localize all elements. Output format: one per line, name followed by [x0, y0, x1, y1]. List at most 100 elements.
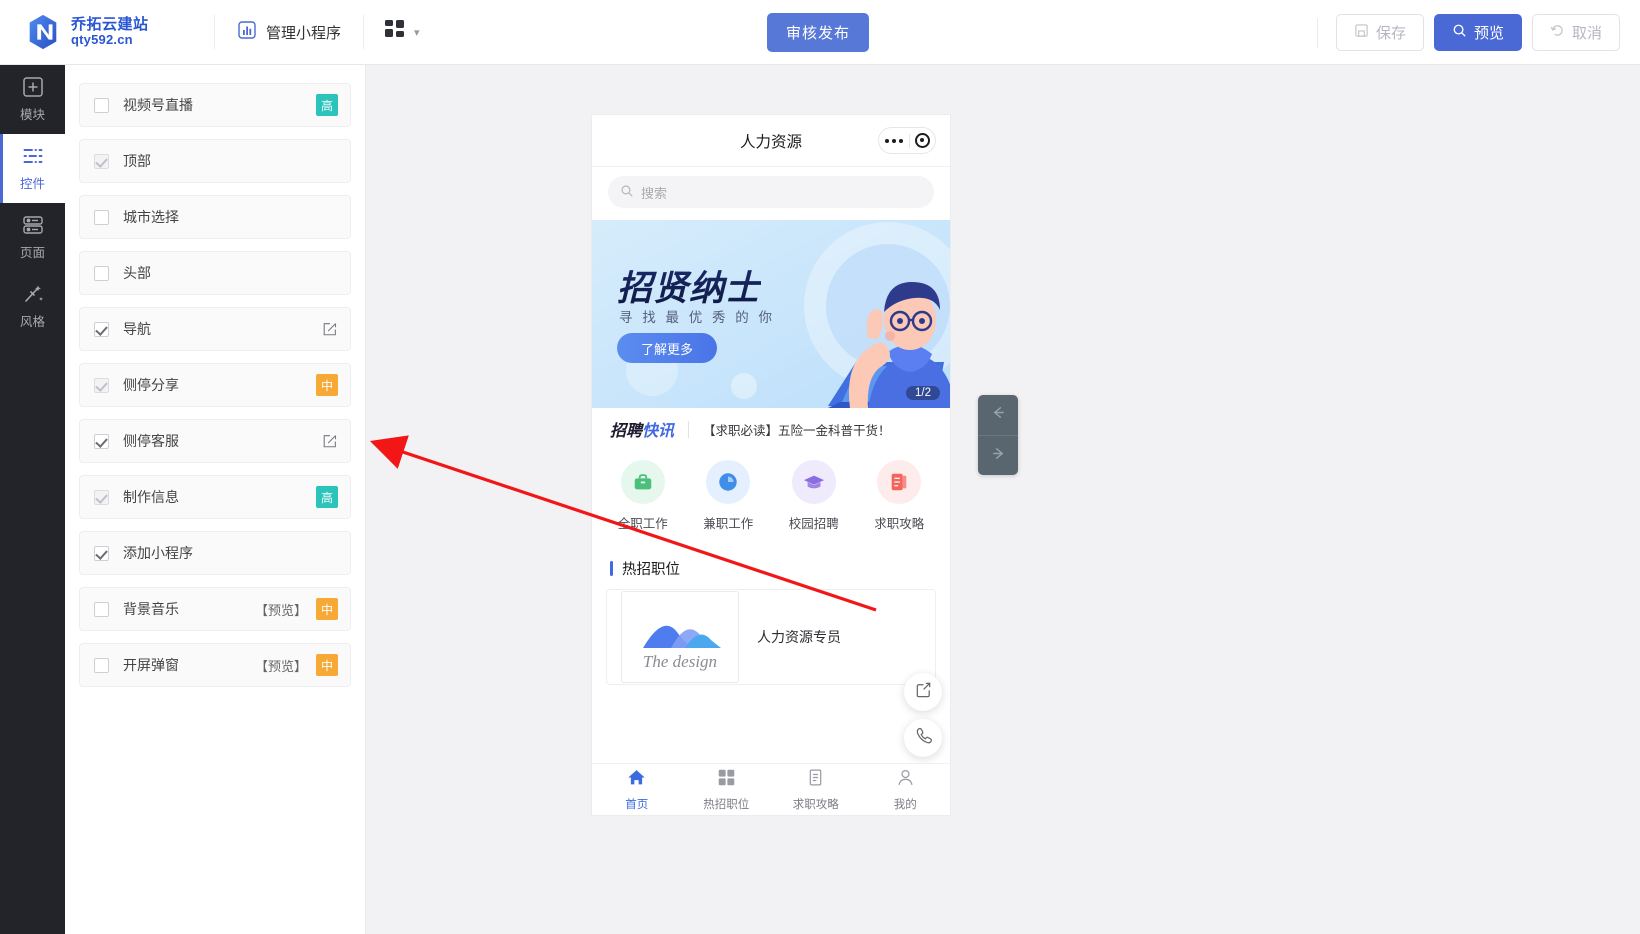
job-card[interactable]: The design 人力资源专员 — [606, 589, 936, 685]
preview-link[interactable]: 【预览】 — [255, 600, 307, 619]
next-arrow-button[interactable] — [978, 435, 1018, 475]
search-magnifier-icon — [620, 184, 634, 201]
job-thumbnail: The design — [621, 591, 739, 683]
top-right-actions: 保存 预览 取消 — [1316, 0, 1620, 65]
apps-switcher-button[interactable]: ▾ — [364, 0, 440, 64]
preview-header: 人力资源 — [592, 115, 950, 167]
save-button[interactable]: 保存 — [1335, 14, 1424, 51]
sidebar-item-controls[interactable]: 控件 — [0, 134, 65, 203]
component-row[interactable]: 开屏弹窗 【预览】中 — [79, 643, 351, 687]
quick-entry-row: 全职工作 兼职工作 校园招聘 求职攻略 — [592, 450, 950, 538]
prev-arrow-button[interactable] — [978, 395, 1018, 435]
share-button[interactable] — [904, 673, 942, 711]
target-circle-icon — [915, 133, 930, 148]
home-icon — [627, 768, 646, 792]
arrow-left-icon — [990, 404, 1007, 426]
publish-button[interactable]: 审核发布 — [767, 13, 870, 52]
quick-entry-2[interactable]: 兼职工作 — [686, 460, 772, 532]
component-row[interactable]: 视频号直播 高 — [79, 83, 351, 127]
level-tag: 中 — [316, 654, 338, 676]
quick-entry-4[interactable]: 求职攻略 — [857, 460, 943, 532]
component-checkbox[interactable] — [94, 657, 109, 673]
tab-4[interactable]: 我的 — [861, 764, 951, 815]
component-label: 侧停分享 — [123, 377, 179, 393]
component-row-actions: 【预览】中 — [255, 598, 338, 620]
user-icon — [896, 768, 915, 792]
component-checkbox[interactable] — [94, 265, 109, 281]
sidebar-label: 控件 — [19, 177, 45, 191]
brand-logo[interactable]: 乔拓云建站 qty592.cn — [24, 13, 214, 51]
component-row[interactable]: 城市选择 — [79, 195, 351, 239]
banner-counter: 1/2 — [906, 386, 940, 400]
quick-entry-3[interactable]: 校园招聘 — [771, 460, 857, 532]
component-checkbox[interactable] — [94, 153, 109, 169]
component-label: 头部 — [123, 265, 151, 281]
component-row[interactable]: 制作信息 高 — [79, 475, 351, 519]
nav-manage-miniprogram[interactable]: 管理小程序 — [215, 0, 363, 64]
magic-wand-icon — [22, 283, 44, 305]
component-row[interactable]: 顶部 — [79, 139, 351, 183]
component-checkbox[interactable] — [94, 377, 109, 393]
level-tag: 高 — [316, 486, 338, 508]
call-button[interactable] — [904, 719, 942, 757]
news-ticker[interactable]: 招聘快讯 【求职必读】五险一金科普干货！ — [592, 408, 950, 450]
component-checkbox[interactable] — [94, 489, 109, 505]
sidebar-item-style[interactable]: 风格 — [0, 272, 65, 341]
sliders-controls-icon — [22, 145, 44, 167]
tab-3[interactable]: 求职攻略 — [771, 764, 861, 815]
tab-2[interactable]: 热招职位 — [682, 764, 772, 815]
plus-square-icon — [22, 76, 44, 98]
cancel-label: 取消 — [1571, 25, 1602, 42]
edit-icon[interactable] — [322, 433, 338, 449]
pages-stack-icon — [22, 214, 44, 236]
banner-subtitle: 寻 找 最 优 秀 的 你 — [619, 310, 776, 325]
chart-bar-icon — [237, 20, 257, 44]
sidebar-label: 模块 — [19, 108, 45, 122]
edit-icon[interactable] — [322, 321, 338, 337]
cancel-button[interactable]: 取消 — [1531, 14, 1620, 51]
component-row[interactable]: 导航 — [79, 307, 351, 351]
component-row-actions: 高 — [316, 94, 338, 116]
component-label: 背景音乐 — [123, 601, 179, 617]
tab-1[interactable]: 首页 — [592, 764, 682, 815]
quick-entry-label: 全职工作 — [617, 517, 668, 531]
component-row[interactable]: 背景音乐 【预览】中 — [79, 587, 351, 631]
job-title: 人力资源专员 — [757, 629, 841, 645]
phone-call-icon — [914, 726, 933, 750]
sidebar-item-modules[interactable]: 模块 — [0, 65, 65, 134]
search-placeholder: 搜索 — [641, 185, 668, 201]
component-checkbox[interactable] — [94, 545, 109, 561]
sidebar-item-pages[interactable]: 页面 — [0, 203, 65, 272]
search-input[interactable]: 搜索 — [608, 176, 934, 208]
hero-banner[interactable]: 招贤纳士 寻 找 最 优 秀 的 你 了解更多 1/2 — [592, 220, 950, 408]
component-list: 视频号直播高顶部 城市选择 头部 导航 侧停分享中侧停客服 制作信息高添加小程序 背景音… — [65, 65, 365, 687]
search-section: 搜索 — [592, 167, 950, 220]
undo-arrow-icon — [1550, 23, 1565, 42]
preview-link[interactable]: 【预览】 — [255, 656, 307, 675]
arrow-right-icon — [990, 445, 1007, 467]
component-checkbox[interactable] — [94, 321, 109, 337]
search-magnifier-icon — [1452, 23, 1467, 42]
quick-entry-1[interactable]: 全职工作 — [600, 460, 686, 532]
wechat-capsule[interactable] — [878, 127, 936, 154]
component-row[interactable]: 添加小程序 — [79, 531, 351, 575]
component-row[interactable]: 头部 — [79, 251, 351, 295]
more-dots-icon — [879, 138, 909, 143]
tab-label: 我的 — [893, 798, 917, 811]
component-row-actions — [322, 321, 338, 337]
document-stack-icon — [877, 460, 922, 504]
component-row[interactable]: 侧停分享 中 — [79, 363, 351, 407]
job-thumbnail-caption: The design — [642, 652, 718, 671]
quick-entry-label: 求职攻略 — [874, 517, 925, 531]
preview-button[interactable]: 预览 — [1433, 14, 1522, 51]
component-row[interactable]: 侧停客服 — [79, 419, 351, 463]
save-floppy-icon — [1354, 23, 1369, 42]
share-box-icon — [914, 680, 933, 704]
component-checkbox[interactable] — [94, 433, 109, 449]
component-label: 开屏弹窗 — [123, 657, 179, 673]
component-checkbox[interactable] — [94, 601, 109, 617]
component-checkbox[interactable] — [94, 97, 109, 113]
component-checkbox[interactable] — [94, 209, 109, 225]
annotation-arrow — [369, 435, 877, 612]
banner-cta-button[interactable]: 了解更多 — [617, 333, 717, 363]
